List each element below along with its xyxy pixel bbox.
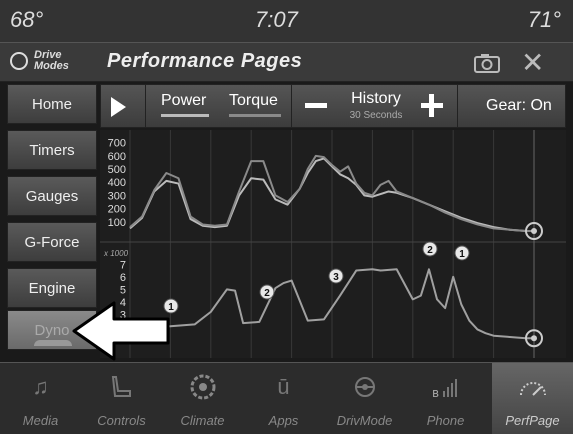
y-tick-label: 3 xyxy=(120,309,126,321)
gear-marker-label: 2 xyxy=(427,245,433,256)
nav-label: DrivMode xyxy=(336,413,393,428)
sidebar-item-dyno[interactable]: Dyno xyxy=(7,310,97,350)
apps-icon: ū xyxy=(277,374,290,399)
y-tick-label: 100 xyxy=(108,217,126,229)
sidebar-item-home[interactable]: Home xyxy=(7,84,97,124)
svg-text:ʙ: ʙ xyxy=(432,386,439,399)
drive-modes-button[interactable]: Drive Modes xyxy=(34,50,69,72)
sidebar-item-timers[interactable]: Timers xyxy=(7,130,97,170)
drive-modes-line2: Modes xyxy=(34,60,69,72)
gear-marker-label: 3 xyxy=(333,272,339,283)
minus-icon[interactable] xyxy=(305,103,327,108)
steering-wheel-icon[interactable] xyxy=(10,52,28,70)
y-tick-label: 7 xyxy=(120,259,126,271)
nav-label: Controls xyxy=(97,413,146,428)
y-tick-label: 1 xyxy=(120,334,126,346)
torque-legend-line xyxy=(229,114,281,117)
plus-icon-vertical[interactable] xyxy=(429,94,434,117)
gear-marker-label: 2 xyxy=(264,288,270,299)
scale-label: x 1000 xyxy=(103,249,129,258)
nav-climate[interactable]: Climate xyxy=(162,363,243,434)
play-icon[interactable] xyxy=(111,97,126,117)
nav-label: PerfPage xyxy=(505,413,560,428)
y-tick-label: 4 xyxy=(120,297,126,309)
nav-controls[interactable]: Controls xyxy=(81,363,162,434)
nav-label: Media xyxy=(22,413,59,428)
y-tick-label: 5 xyxy=(120,284,126,296)
seat-icon xyxy=(81,372,162,402)
close-icon[interactable]: ✕ xyxy=(521,46,544,79)
cursor-marker-dot xyxy=(531,228,537,235)
dyno-chart-area: 700 600 500 400 300 200 100 7 6 5 4 3 2 1 x 1000 1 2 3 2 1 xyxy=(100,130,566,358)
title-bar: Drive Modes Performance Pages ✕ xyxy=(0,42,573,82)
clock: 7:07 xyxy=(255,7,298,32)
y-tick-label: 600 xyxy=(108,151,126,163)
status-bar: 68° 7:07 71° xyxy=(0,0,573,42)
bottom-nav: ♫ Media Controls Climate ū Apps DrivMode… xyxy=(0,362,573,434)
y-tick-label: 300 xyxy=(108,190,126,202)
music-note-icon: ♫ xyxy=(32,374,49,399)
y-tick-label: 700 xyxy=(108,138,126,150)
nav-label: Apps xyxy=(268,413,299,428)
nav-media[interactable]: ♫ Media xyxy=(0,363,81,434)
nav-apps[interactable]: ū Apps xyxy=(243,363,324,434)
nav-label: Phone xyxy=(426,413,465,428)
y-tick-label: 400 xyxy=(108,177,126,189)
nav-perfpage[interactable]: PerfPage xyxy=(492,363,573,434)
outside-temp-right: 71° xyxy=(527,7,561,32)
sidebar-item-engine[interactable]: Engine xyxy=(7,268,97,308)
nav-label: Climate xyxy=(180,413,225,428)
toolbar-divider xyxy=(145,85,146,127)
steering-wheel-icon xyxy=(324,372,405,402)
y-tick-label: 2 xyxy=(120,322,126,334)
dyno-chart: 7006005004003002001007654321x 10001232 1 xyxy=(100,130,566,358)
page-title: Performance Pages xyxy=(107,50,303,72)
y-tick-label: 200 xyxy=(108,204,126,216)
power-toggle[interactable]: Power xyxy=(161,92,206,110)
history-label: History xyxy=(351,90,401,107)
y-tick-label: 500 xyxy=(108,164,126,176)
nav-phone[interactable]: ʙ Phone xyxy=(405,363,486,434)
camera-icon[interactable] xyxy=(474,53,500,73)
history-duration: 30 Seconds xyxy=(349,110,403,121)
sidebar-item-g-force[interactable]: G-Force xyxy=(7,222,97,262)
outside-temp-left: 68° xyxy=(10,7,44,32)
torque-toggle[interactable]: Torque xyxy=(229,92,278,110)
toolbar-divider xyxy=(457,85,458,127)
power-legend-line xyxy=(161,114,209,117)
nav-drivmode[interactable]: DrivMode xyxy=(324,363,405,434)
y-tick-label: 6 xyxy=(120,272,126,284)
gear-marker-label: 1 xyxy=(168,302,174,313)
dyno-toolbar: Power Torque History 30 Seconds Gear: On xyxy=(100,84,566,128)
cursor-marker-dot xyxy=(531,335,537,342)
gear-marker-label: 1 xyxy=(459,249,465,260)
phone-signal-icon: ʙ xyxy=(405,372,486,402)
gauge-icon xyxy=(492,372,573,402)
climate-icon xyxy=(162,372,243,402)
gear-toggle[interactable]: Gear: On xyxy=(486,97,552,115)
sidebar-item-gauges[interactable]: Gauges xyxy=(7,176,97,216)
toolbar-divider xyxy=(291,85,292,127)
